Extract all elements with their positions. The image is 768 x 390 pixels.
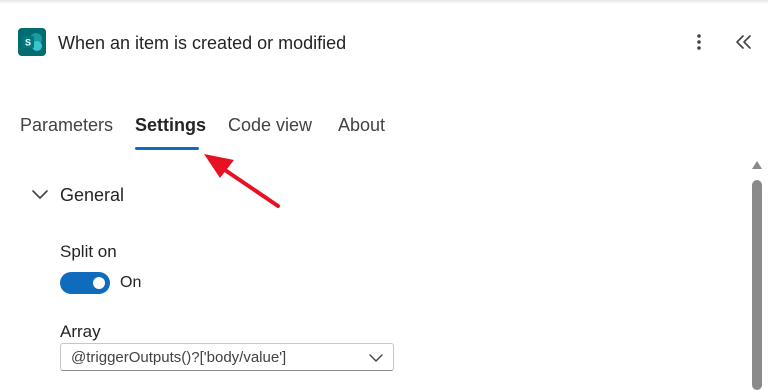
- split-on-toggle[interactable]: [60, 272, 110, 294]
- array-dropdown-value: @triggerOutputs()?['body/value']: [71, 349, 287, 366]
- array-label: Array: [60, 322, 101, 341]
- vertical-scrollbar[interactable]: [746, 158, 768, 390]
- tab-settings[interactable]: Settings: [135, 113, 206, 137]
- collapse-panel-icon[interactable]: [730, 28, 758, 56]
- section-title: General: [60, 185, 125, 205]
- scroll-up-arrow-icon[interactable]: [751, 160, 763, 170]
- panel-header: S When an item is created or modified: [0, 0, 768, 84]
- active-tab-indicator: [135, 147, 199, 150]
- scroll-thumb[interactable]: [752, 180, 762, 390]
- tab-parameters[interactable]: Parameters: [20, 113, 113, 137]
- array-dropdown[interactable]: @triggerOutputs()?['body/value']: [60, 343, 394, 371]
- more-options-icon[interactable]: [686, 28, 712, 56]
- tab-code-view[interactable]: Code view: [228, 113, 312, 137]
- svg-text:S: S: [25, 38, 31, 48]
- tab-about[interactable]: About: [338, 113, 385, 137]
- chevron-down-icon: [32, 190, 48, 199]
- toggle-knob: [93, 277, 105, 289]
- sharepoint-icon: S: [18, 28, 46, 56]
- red-arrow-icon: [204, 154, 280, 208]
- toggle-state-text: On: [120, 274, 142, 291]
- chevron-down-icon: [369, 354, 383, 362]
- trigger-title: When an item is created or modified: [58, 33, 347, 53]
- split-on-label: Split on: [60, 242, 117, 261]
